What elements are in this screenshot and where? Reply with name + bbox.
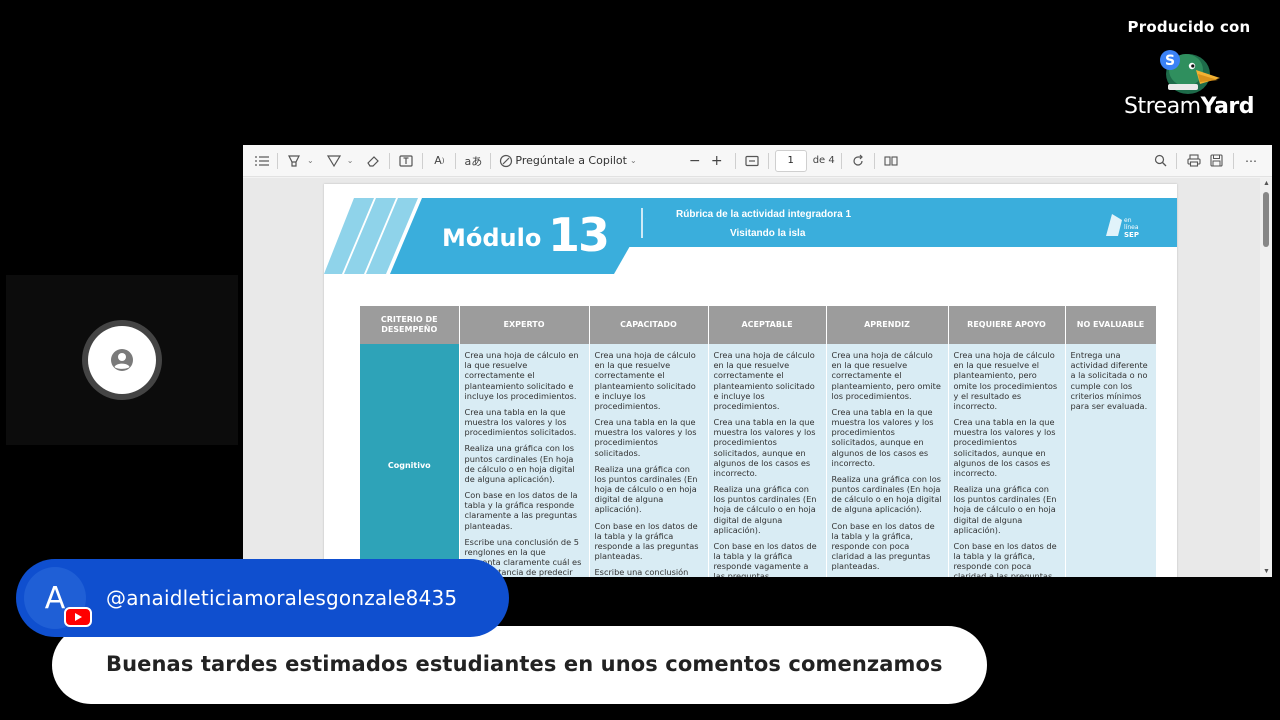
header-requiere-apoyo: REQUIERE APOYO [948,306,1066,344]
user-icon [111,349,133,371]
header-capacitado: CAPACITADO [589,306,709,344]
chevron-down-icon[interactable]: ⌄ [347,156,354,165]
translate-icon[interactable]: aあ [462,150,484,172]
chat-message-bubble: Buenas tardes estimados estudiantes en u… [52,626,987,704]
rotate-icon[interactable] [848,150,868,172]
draw-icon[interactable] [324,150,344,172]
page-view-icon[interactable] [881,150,901,172]
print-icon[interactable] [1183,150,1205,172]
chat-author-pill: A @anaidleticiamoralesgonzale8435 [16,559,509,637]
cell-aprendiz: Crea una hoja de cálculo en la que resue… [826,344,949,577]
save-icon[interactable] [1205,150,1227,172]
header-criterio: CRITERIO DE DESEMPEÑO [360,306,460,344]
search-icon[interactable] [1150,150,1170,172]
streamyard-branding: Producido con S StreamYard [1114,18,1264,119]
cell-experto: Crea una hoja de cálculo en la que resue… [459,344,590,577]
svg-text:S: S [1165,53,1175,69]
page-total-label: de 4 [812,155,835,166]
read-aloud-icon[interactable]: A) [429,150,449,172]
header-no-evaluable: NO EVALUABLE [1065,306,1157,344]
youtube-icon [64,607,92,627]
cell-no-evaluable: Entrega una actividad diferente a la sol… [1065,344,1157,577]
chevron-down-icon[interactable]: ⌄ [630,156,637,165]
module-number: 13 [548,208,610,262]
rubric-header-row: CRITERIO DE DESEMPEÑO EXPERTO CAPACITADO… [360,306,1157,344]
scroll-up-icon[interactable]: ▲ [1263,180,1270,187]
streamyard-duck-logo-icon: S [1160,50,1220,94]
streamyard-wordmark: StreamYard [1124,94,1254,119]
copilot-icon[interactable] [497,150,515,172]
chat-message-text: Buenas tardes estimados estudiantes en u… [106,652,943,676]
page-number-input[interactable]: 1 [774,149,807,172]
svg-text:SEP: SEP [1124,231,1139,239]
svg-text:línea: línea [1124,224,1139,231]
chat-author-handle: @anaidleticiamoralesgonzale8435 [106,586,458,610]
header-experto: EXPERTO [459,306,590,344]
rubric-title: Rúbrica de la actividad integradora 1 [676,209,852,220]
contents-icon[interactable] [253,150,271,172]
pdf-page: Módulo 13 Rúbrica de la actividad integr… [324,184,1177,577]
activity-title: Visitando la isla [730,228,806,239]
participant-avatar [82,320,162,400]
vertical-scrollbar[interactable]: ▲ ▼ [1260,178,1272,577]
produced-with-label: Producido con [1127,18,1251,36]
pdf-viewer-window: ⌄ ⌄ A) aあ Pregúntale a Copilot ⌄ − + 1 d… [243,145,1272,577]
cell-capacitado: Crea una hoja de cálculo en la que resue… [589,344,709,577]
more-options-icon[interactable]: ⋯ [1240,150,1262,172]
cell-aceptable: Crea una hoja de cálculo en la que resue… [708,344,827,577]
criterion-cognitivo: Cognitivo [360,344,460,577]
module-word: Módulo [442,224,542,252]
zoom-in-icon[interactable]: + [705,150,729,172]
header-aprendiz: APRENDIZ [826,306,949,344]
scrollbar-thumb[interactable] [1263,192,1269,247]
header-aceptable: ACEPTABLE [708,306,827,344]
text-box-icon[interactable] [396,150,416,172]
pdf-toolbar: ⌄ ⌄ A) aあ Pregúntale a Copilot ⌄ − + 1 d… [243,145,1272,177]
scroll-down-icon[interactable]: ▼ [1263,568,1270,575]
ask-copilot-button[interactable]: Pregúntale a Copilot [515,150,627,172]
svg-text:en: en [1124,217,1132,224]
participant-tile [6,275,238,445]
eraser-icon[interactable] [363,150,383,172]
module-banner: Módulo 13 Rúbrica de la actividad integr… [324,198,1177,278]
rubric-table: CRITERIO DE DESEMPEÑO EXPERTO CAPACITADO… [360,306,1157,577]
chevron-down-icon[interactable]: ⌄ [307,156,314,165]
zoom-out-icon[interactable]: − [685,150,705,172]
fit-page-icon[interactable] [742,150,762,172]
prepa-en-linea-sep-logo: en línea SEP [1106,214,1139,239]
document-area: Módulo 13 Rúbrica de la actividad integr… [243,178,1260,577]
cell-requiere-apoyo: Crea una hoja de cálculo en la que resue… [948,344,1066,577]
table-row: Cognitivo Crea una hoja de cálculo en la… [360,344,1157,577]
highlight-icon[interactable] [284,150,304,172]
